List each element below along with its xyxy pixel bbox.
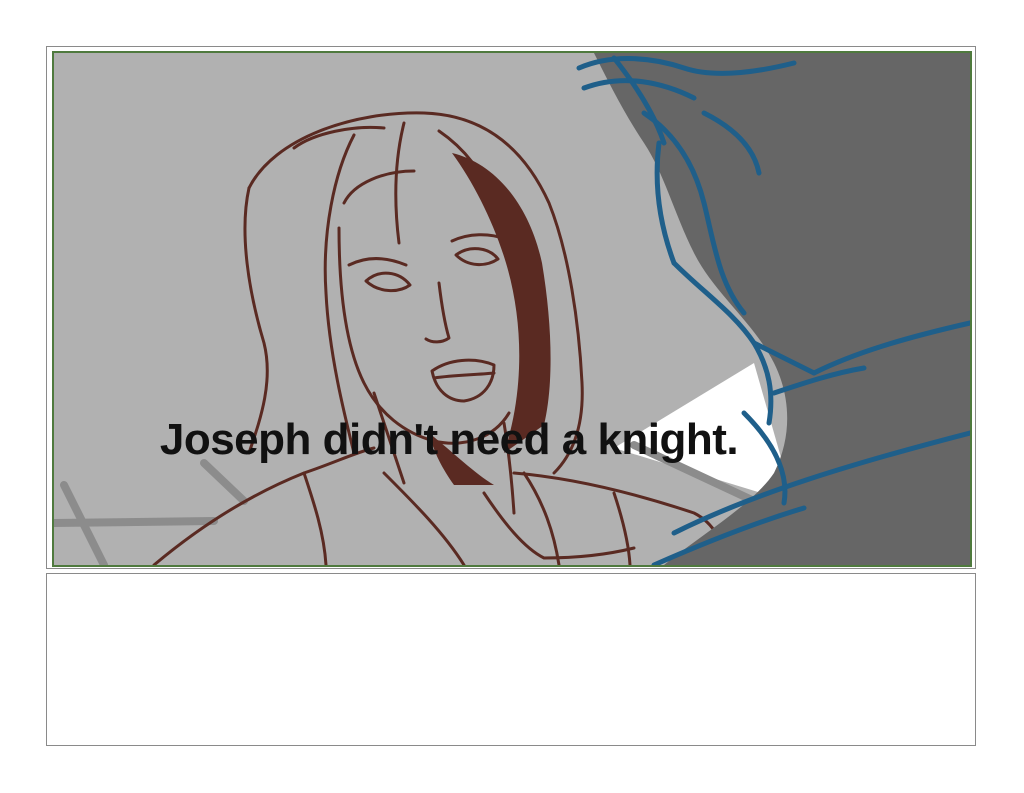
storyboard-panel-image: Joseph didn't need a knight.: [52, 51, 972, 567]
panel-notes-box[interactable]: [46, 573, 976, 746]
dialogue-caption: Joseph didn't need a knight.: [159, 415, 739, 464]
hair-shadow: [452, 153, 551, 453]
sketch-drawing: [54, 53, 970, 565]
